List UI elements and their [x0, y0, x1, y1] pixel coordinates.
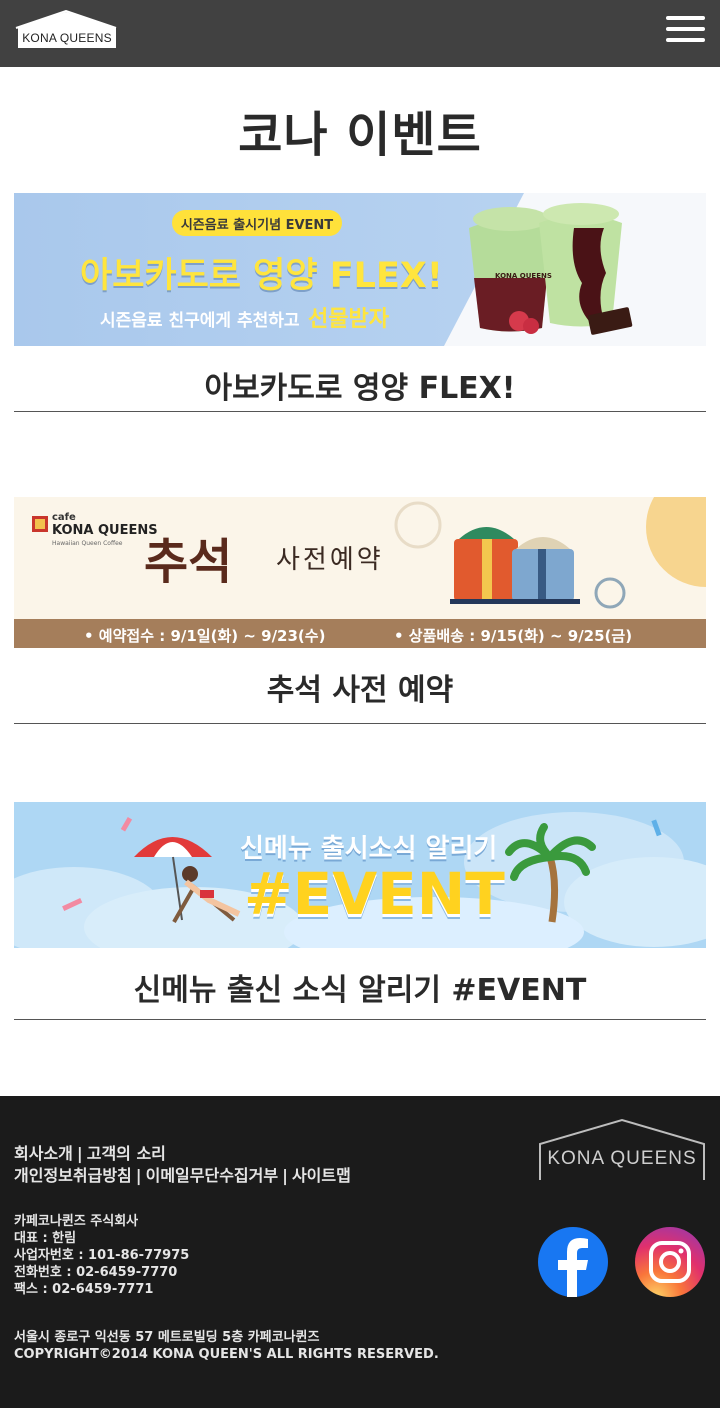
event-divider	[14, 1019, 706, 1020]
footer-links-row-1: 회사소개 | 고객의 소리	[14, 1144, 166, 1163]
footer-company-info: 카페코나퀸즈 주식회사 대표 : 한림 사업자번호 : 101-86-77975…	[14, 1213, 189, 1298]
event-title[interactable]: 추석 사전 예약	[14, 665, 706, 709]
footer-link-no-email-collection[interactable]: 이메일무단수집거부	[146, 1166, 278, 1185]
hamburger-menu-icon[interactable]	[666, 15, 706, 45]
event-card-avocado[interactable]: 시즌음료 출시기념 EVENT 아보카도로 영양 FLEX! 시즌음료 친구에게…	[14, 193, 706, 413]
company-ceo: 대표 : 한림	[14, 1231, 77, 1246]
footer-link-privacy[interactable]: 개인정보취급방침	[14, 1166, 132, 1185]
page-title: 코나 이벤트	[238, 107, 482, 163]
banner-subtext: 시즌음료 친구에게 추천하고	[100, 311, 300, 331]
banner-headline: 아보카도로 영양 FLEX!	[80, 256, 443, 296]
event-card-chuseok[interactable]: cafe KONA QUEENS Hawaiian Queen Coffee 추…	[14, 497, 706, 725]
site-header: KONA QUEENS	[0, 0, 720, 67]
copyright: COPYRIGHT©2014 KONA QUEEN'S ALL RIGHTS R…	[14, 1347, 439, 1362]
footer-address-block: 서울시 종로구 익선동 57 메트로빌딩 5층 카페코나퀸즈 COPYRIGHT…	[14, 1329, 439, 1363]
instagram-glyph	[649, 1241, 691, 1283]
banner-brand-small: cafe	[52, 512, 76, 523]
site-footer: 회사소개 | 고객의 소리 개인정보취급방침 | 이메일무단수집거부 | 사이트맵 카페코나…	[0, 1096, 720, 1408]
footer-link-about[interactable]: 회사소개	[14, 1144, 73, 1163]
company-fax: 팩스 : 02-6459-7771	[14, 1282, 154, 1297]
logo-text: KONA QUEENS	[22, 31, 112, 45]
kona-queens-logo[interactable]: KONA QUEENS	[15, 10, 118, 50]
banner-hashtag: #EVENT	[244, 860, 505, 928]
cup-label: KONA QUEENS	[495, 272, 552, 280]
company-phone: 전화번호 : 02-6459-7770	[14, 1265, 178, 1280]
event-banner-avocado[interactable]: 시즌음료 출시기념 EVENT 아보카도로 영양 FLEX! 시즌음료 친구에게…	[14, 193, 706, 346]
banner-headline-small: 사전예약	[276, 545, 384, 575]
event-title[interactable]: 아보카도로 영양 FLEX!	[14, 363, 706, 407]
footer-links-row-2: 개인정보취급방침 | 이메일무단수집거부 | 사이트맵	[14, 1166, 351, 1185]
instagram-icon[interactable]	[635, 1227, 705, 1297]
event-banner-new-menu[interactable]: 신메뉴 출시소식 알리기 #EVENT	[14, 802, 706, 948]
banner-badge: 시즌음료 출시기념 EVENT	[180, 218, 334, 233]
footer-link-customer-voice[interactable]: 고객의 소리	[87, 1144, 166, 1163]
footer-link-sitemap[interactable]: 사이트맵	[292, 1166, 351, 1185]
facebook-icon[interactable]	[538, 1227, 608, 1297]
company-name: 카페코나퀸즈 주식회사	[14, 1214, 139, 1229]
banner-delivery-info: • 상품배송 : 9/15(화) ~ 9/25(금)	[394, 627, 633, 645]
event-divider	[14, 411, 706, 412]
event-divider	[14, 723, 706, 724]
event-card-new-menu[interactable]: 신메뉴 출시소식 알리기 #EVENT 신메뉴 출신 소식 알리기 #EVENT	[14, 802, 706, 1022]
banner-headline-big: 추석	[144, 534, 233, 590]
footer-logo-text: KONA QUEENS	[547, 1148, 697, 1169]
banner-brand-tag: Hawaiian Queen Coffee	[52, 540, 123, 547]
event-banner-chuseok[interactable]: cafe KONA QUEENS Hawaiian Queen Coffee 추…	[14, 497, 706, 648]
footer-logo[interactable]: KONA QUEENS	[538, 1118, 706, 1182]
company-address: 서울시 종로구 익선동 57 메트로빌딩 5층 카페코나퀸즈	[14, 1330, 320, 1345]
facebook-glyph	[558, 1238, 588, 1297]
event-title[interactable]: 신메뉴 출신 소식 알리기 #EVENT	[14, 965, 706, 1009]
banner-reserve-info: • 예약접수 : 9/1일(화) ~ 9/23(수)	[84, 627, 326, 645]
banner-subtext-highlight: 선물받자	[308, 307, 389, 332]
company-biz-no: 사업자번호 : 101-86-77975	[14, 1248, 190, 1263]
banner-brand: KONA QUEENS	[52, 523, 158, 538]
